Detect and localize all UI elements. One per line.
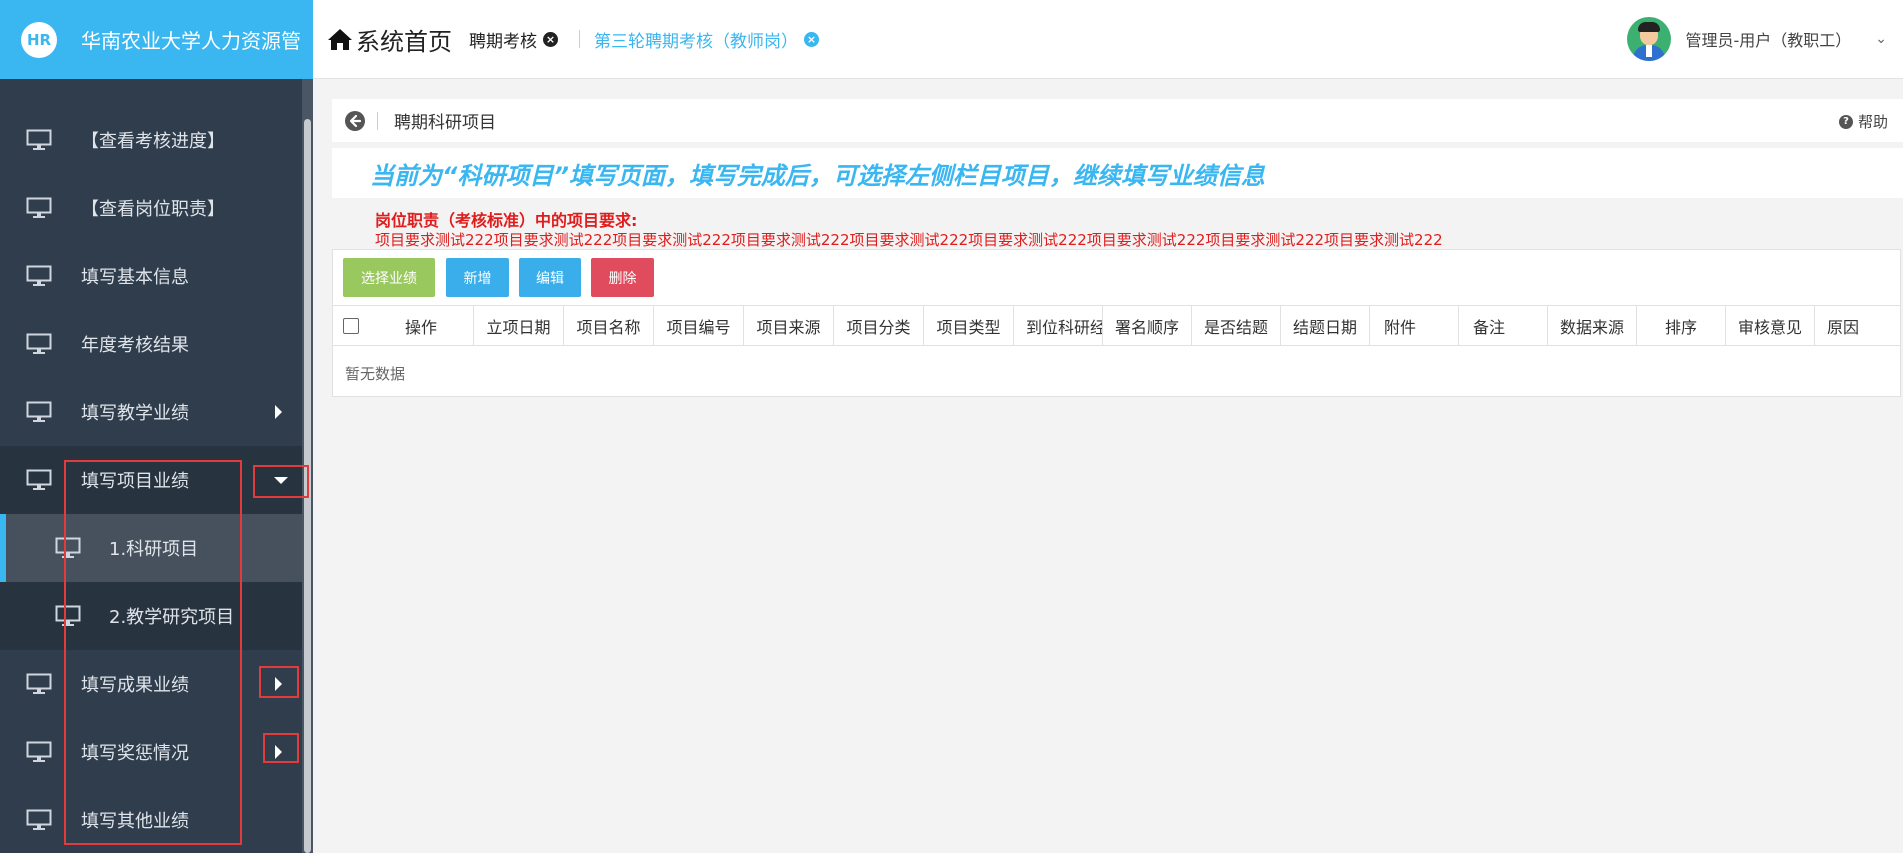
- sidebar-item-label: 2.教学研究项目: [109, 607, 235, 628]
- caret-right-icon[interactable]: [275, 677, 282, 691]
- tab-divider: [579, 30, 580, 48]
- back-arrow-icon[interactable]: [345, 110, 365, 131]
- add-button[interactable]: 新增: [446, 258, 509, 297]
- caret-right-icon: [275, 405, 282, 419]
- column-header[interactable]: 审核意见: [1726, 306, 1815, 345]
- sidebar-item-label: 填写成果业绩: [81, 675, 189, 696]
- monitor-icon: [55, 537, 81, 558]
- question-icon: ?: [1838, 114, 1853, 129]
- sidebar-item-other[interactable]: 填写其他业绩: [0, 786, 302, 853]
- delete-button[interactable]: 删除: [591, 258, 654, 297]
- brand-bar: HR 华南农业大学人力资源管: [0, 0, 313, 79]
- sidebar-item-label: 1.科研项目: [109, 539, 199, 560]
- table-panel: 选择业绩 新增 编辑 删除 操作 立项日期 项目名称 项目编号 项目来源 项目分…: [332, 249, 1901, 397]
- monitor-icon: [26, 401, 52, 422]
- monitor-icon: [26, 197, 52, 218]
- table-header: 操作 立项日期 项目名称 项目编号 项目来源 项目分类 项目类型 到位科研经费 …: [333, 305, 1900, 346]
- tab-appraisal-label: 聘期考核: [469, 32, 537, 52]
- column-header[interactable]: 原因: [1815, 306, 1895, 345]
- monitor-icon: [26, 673, 52, 694]
- column-header[interactable]: 项目编号: [654, 306, 744, 345]
- sidebar-item-teaching-research[interactable]: 2.教学研究项目: [0, 582, 302, 650]
- tab-third-round[interactable]: 第三轮聘期考核（教师岗） ×: [594, 27, 819, 52]
- choose-achievement-button[interactable]: 选择业绩: [343, 258, 435, 297]
- sidebar-item-label: 年度考核结果: [81, 335, 189, 356]
- column-header[interactable]: 操作: [369, 306, 474, 345]
- sidebar-item-annual-result[interactable]: 年度考核结果: [0, 310, 302, 378]
- help-label: 帮助: [1857, 113, 1888, 131]
- sidebar-item-progress[interactable]: 【查看考核进度】: [0, 106, 302, 174]
- column-header[interactable]: 附件: [1370, 306, 1459, 345]
- sidebar-item-label: 填写奖惩情况: [81, 743, 189, 764]
- top-header: HR 华南农业大学人力资源管 系统首页 聘期考核 × 第三轮聘期考核（教师岗） …: [0, 0, 1903, 79]
- monitor-icon: [26, 469, 52, 490]
- close-icon[interactable]: ×: [543, 32, 558, 47]
- brand-title: 华南农业大学人力资源管: [81, 29, 301, 53]
- column-header[interactable]: 项目来源: [744, 306, 834, 345]
- monitor-icon: [26, 809, 52, 830]
- edit-button[interactable]: 编辑: [519, 258, 581, 297]
- monitor-icon: [26, 265, 52, 286]
- sidebar-item-projects[interactable]: 填写项目业绩: [0, 446, 302, 514]
- column-header[interactable]: 备注: [1459, 306, 1548, 345]
- notice-bar: 当前为“科研项目”填写页面，填写完成后，可选择左侧栏目项目，继续填写业绩信息: [332, 148, 1903, 198]
- sidebar-item-label: 填写教学业绩: [81, 403, 189, 424]
- monitor-icon: [55, 605, 81, 626]
- notice-text: 当前为“科研项目”填写页面，填写完成后，可选择左侧栏目项目，继续填写业绩信息: [370, 162, 1265, 190]
- chevron-down-icon: ⌄: [1875, 31, 1887, 47]
- avatar: [1627, 17, 1672, 61]
- breadcrumb-divider: [377, 111, 378, 130]
- select-all-cell: [333, 306, 369, 345]
- sidebar-item-basic-info[interactable]: 填写基本信息: [0, 242, 302, 310]
- column-header[interactable]: 项目名称: [564, 306, 654, 345]
- caret-down-icon[interactable]: [274, 477, 288, 484]
- column-header[interactable]: 结题日期: [1281, 306, 1370, 345]
- column-header[interactable]: 排序: [1637, 306, 1726, 345]
- sidebar-item-label: 【查看岗位职责】: [81, 199, 225, 220]
- breadcrumb: 聘期科研项目 ? 帮助: [332, 99, 1903, 142]
- requirement-title: 岗位职责（考核标准）中的项目要求:: [375, 211, 638, 230]
- close-icon[interactable]: ×: [804, 32, 819, 47]
- empty-table-message: 暂无数据: [345, 365, 406, 383]
- user-name: 管理员-用户（教职工）: [1685, 31, 1852, 50]
- column-header[interactable]: 项目类型: [924, 306, 1014, 345]
- select-all-checkbox[interactable]: [343, 317, 359, 334]
- column-header[interactable]: 署名顺序: [1103, 306, 1192, 345]
- caret-right-icon[interactable]: [275, 745, 282, 759]
- sidebar-item-research-project[interactable]: 1.科研项目: [0, 514, 302, 582]
- column-header[interactable]: 到位科研经费: [1014, 306, 1103, 345]
- sidebar-item-label: 填写其他业绩: [81, 811, 189, 832]
- help-link[interactable]: ? 帮助: [1838, 111, 1888, 132]
- home-tab-label: 系统首页: [356, 27, 452, 56]
- tab-appraisal[interactable]: 聘期考核 ×: [469, 27, 558, 52]
- column-header[interactable]: 数据来源: [1548, 306, 1637, 345]
- sidebar-item-label: 【查看考核进度】: [81, 131, 225, 152]
- user-menu[interactable]: 管理员-用户（教职工） ⌄: [1627, 17, 1887, 61]
- home-tab[interactable]: 系统首页: [327, 21, 452, 57]
- requirement-body: 项目要求测试222项目要求测试222项目要求测试222项目要求测试222项目要求…: [375, 231, 1443, 249]
- tab-third-round-label: 第三轮聘期考核（教师岗）: [594, 32, 798, 52]
- page-title: 聘期科研项目: [394, 113, 496, 133]
- column-header[interactable]: 项目分类: [834, 306, 924, 345]
- sidebar-scrollbar[interactable]: [302, 79, 313, 853]
- sidebar-item-rewards[interactable]: 填写奖惩情况: [0, 718, 302, 786]
- sidebar-item-label: 填写项目业绩: [81, 471, 189, 492]
- monitor-icon: [26, 333, 52, 354]
- hr-logo: HR: [21, 21, 57, 58]
- monitor-icon: [26, 741, 52, 762]
- home-icon: [328, 29, 352, 50]
- sidebar-item-label: 填写基本信息: [81, 267, 189, 288]
- column-header[interactable]: 是否结题: [1192, 306, 1281, 345]
- sidebar-item-teaching[interactable]: 填写教学业绩: [0, 378, 302, 446]
- sidebar-item-achievements[interactable]: 填写成果业绩: [0, 650, 302, 718]
- sidebar: 【查看考核进度】 【查看岗位职责】 填写基本信息 年度考核结果 填写教学业绩 填…: [0, 79, 313, 853]
- column-header[interactable]: 立项日期: [474, 306, 564, 345]
- monitor-icon: [26, 129, 52, 150]
- sidebar-item-duties[interactable]: 【查看岗位职责】: [0, 174, 302, 242]
- scrollbar-thumb[interactable]: [304, 119, 311, 853]
